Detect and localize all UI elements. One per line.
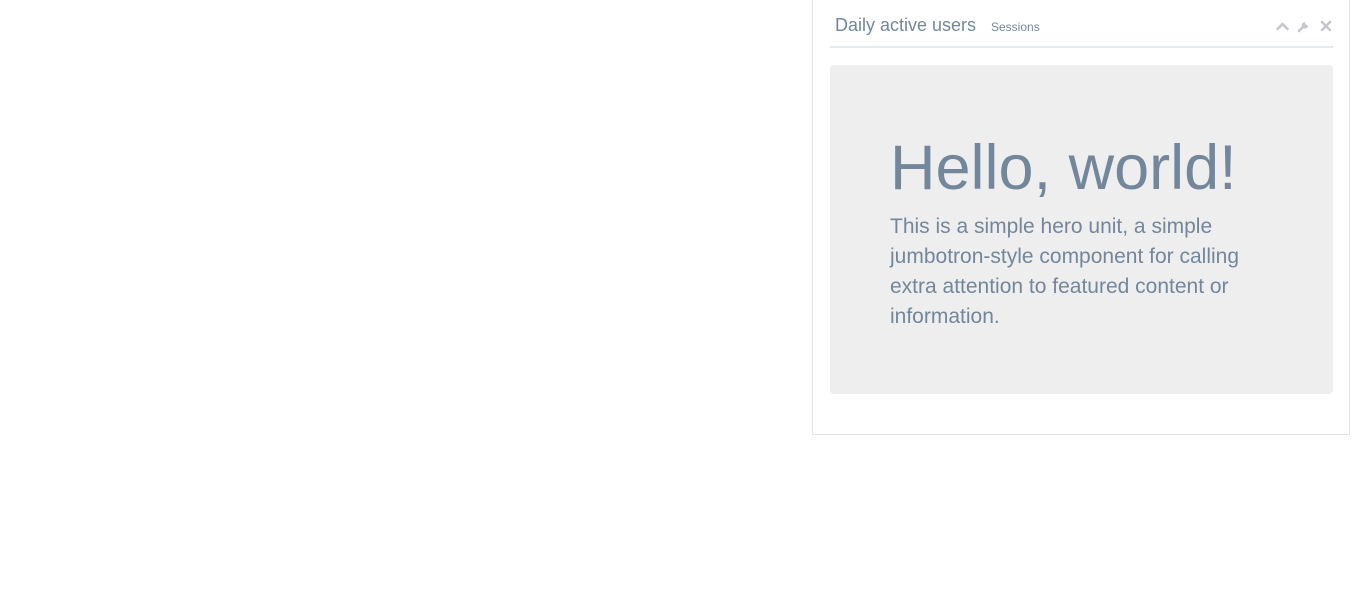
panel-subtitle: Sessions: [991, 20, 1040, 34]
settings-button[interactable]: [1297, 18, 1311, 34]
panel-toolbox: [1275, 18, 1333, 34]
close-button[interactable]: [1319, 18, 1333, 34]
wrench-icon: [1297, 22, 1309, 33]
dashboard-panel: Daily active users Sessions Hello, world…: [812, 0, 1350, 435]
panel-title: Daily active users: [835, 15, 977, 35]
close-icon: [1320, 20, 1332, 32]
jumbotron-text: This is a simple hero unit, a simple jum…: [890, 215, 1240, 328]
collapse-button[interactable]: [1275, 18, 1289, 34]
panel-header: Daily active users Sessions: [830, 0, 1333, 48]
jumbotron: Hello, world! This is a simple hero unit…: [830, 65, 1333, 394]
chevron-up-icon: [1275, 22, 1289, 31]
jumbotron-heading: Hello, world!: [890, 133, 1237, 203]
